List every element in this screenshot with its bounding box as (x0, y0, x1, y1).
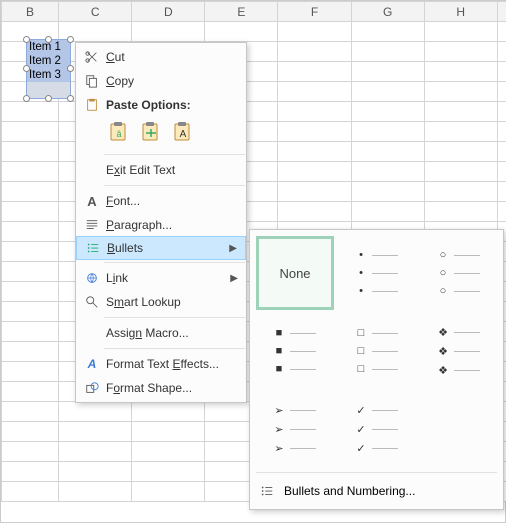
bullet-option-disc[interactable]: • • • (338, 236, 416, 310)
menu-bullets[interactable]: Bullets ▶ (76, 236, 246, 260)
menu-format-text-effects[interactable]: A Format Text Effects... (76, 352, 246, 376)
paste-merge-button[interactable] (138, 119, 164, 145)
col-header[interactable]: C (59, 2, 132, 22)
resize-handle[interactable] (67, 36, 74, 43)
bullets-and-numbering[interactable]: Bullets and Numbering... (256, 479, 497, 503)
menu-assign-macro[interactable]: Assign Macro... (76, 321, 246, 345)
col-header[interactable]: D (132, 2, 205, 22)
menu-label: Format Shape... (102, 381, 238, 395)
search-icon (82, 295, 102, 309)
menu-paragraph[interactable]: Paragraph... (76, 213, 246, 237)
shape-text-line[interactable]: Item 3 (27, 68, 70, 82)
resize-handle[interactable] (45, 36, 52, 43)
text-shape[interactable]: Item 1 Item 2 Item 3 (26, 39, 71, 99)
menu-label: Font... (102, 194, 238, 208)
scissors-icon (82, 50, 102, 64)
col-header[interactable]: G (351, 2, 424, 22)
svg-text:A: A (180, 129, 187, 140)
col-header[interactable]: E (205, 2, 278, 22)
bullet-option-diamond[interactable]: ❖ ❖ ❖ (420, 314, 498, 388)
menu-exit-edit-text[interactable]: Exit Edit Text (76, 158, 246, 182)
svg-text:â: â (116, 129, 121, 139)
link-icon (82, 271, 102, 285)
menu-format-shape[interactable]: Format Shape... (76, 376, 246, 400)
menu-label: Paste Options: (102, 98, 238, 112)
menu-label: Format Text Effects... (102, 357, 238, 371)
resize-handle[interactable] (23, 65, 30, 72)
resize-handle[interactable] (23, 36, 30, 43)
col-header[interactable]: F (278, 2, 351, 22)
menu-label: Smart Lookup (102, 295, 238, 309)
menu-font[interactable]: A Font... (76, 189, 246, 213)
bullet-option-outline-square[interactable]: □ □ □ (338, 314, 416, 388)
menu-copy[interactable]: Copy (76, 69, 246, 93)
bullet-option-check[interactable]: ✓ ✓ ✓ (338, 392, 416, 466)
font-icon: A (82, 194, 102, 209)
menu-label: Copy (102, 74, 238, 88)
bullets-icon (83, 241, 103, 255)
copy-icon (82, 74, 102, 88)
menu-cut[interactable]: Cut (76, 45, 246, 69)
col-header[interactable]: H (424, 2, 497, 22)
menu-smart-lookup[interactable]: Smart Lookup (76, 290, 246, 314)
bullets-flyout: None • • • ○ ○ ○ ■ ■ ■ □ □ □ ❖ ❖ ❖ ➢ ➢ (249, 229, 504, 510)
context-menu: Cut Copy Paste Options: â A Exit Edit Te… (75, 42, 247, 403)
menu-label: Exit Edit Text (102, 163, 238, 177)
menu-paste-options: Paste Options: (76, 93, 246, 117)
resize-handle[interactable] (23, 95, 30, 102)
menu-label: Link (102, 271, 230, 285)
shape-text-line[interactable]: Item 2 (27, 54, 70, 68)
chevron-right-icon: ▶ (229, 243, 237, 254)
col-header[interactable]: I (497, 2, 506, 22)
paste-keep-source-button[interactable]: â (106, 119, 132, 145)
menu-link[interactable]: Link ▶ (76, 266, 246, 290)
col-header[interactable]: B (2, 2, 59, 22)
resize-handle[interactable] (67, 95, 74, 102)
clipboard-icon (82, 98, 102, 112)
menu-label: Paragraph... (102, 218, 238, 232)
format-shape-icon (82, 381, 102, 395)
resize-handle[interactable] (45, 95, 52, 102)
text-effects-icon: A (82, 357, 102, 371)
menu-label: Bullets and Numbering... (280, 484, 415, 498)
bullet-option-arrowhead[interactable]: ➢ ➢ ➢ (256, 392, 334, 466)
menu-label: Bullets (103, 241, 229, 255)
chevron-right-icon: ▶ (230, 273, 238, 284)
menu-label: Assign Macro... (102, 326, 238, 340)
menu-label: Cut (102, 50, 238, 64)
bullet-option-circle[interactable]: ○ ○ ○ (420, 236, 498, 310)
bullet-option-filled-square[interactable]: ■ ■ ■ (256, 314, 334, 388)
paragraph-icon (82, 218, 102, 232)
bullets-icon (260, 484, 280, 498)
resize-handle[interactable] (67, 65, 74, 72)
bullet-option-none[interactable]: None (256, 236, 334, 310)
paste-options-row: â A (76, 117, 246, 151)
paste-text-only-button[interactable]: A (170, 119, 196, 145)
